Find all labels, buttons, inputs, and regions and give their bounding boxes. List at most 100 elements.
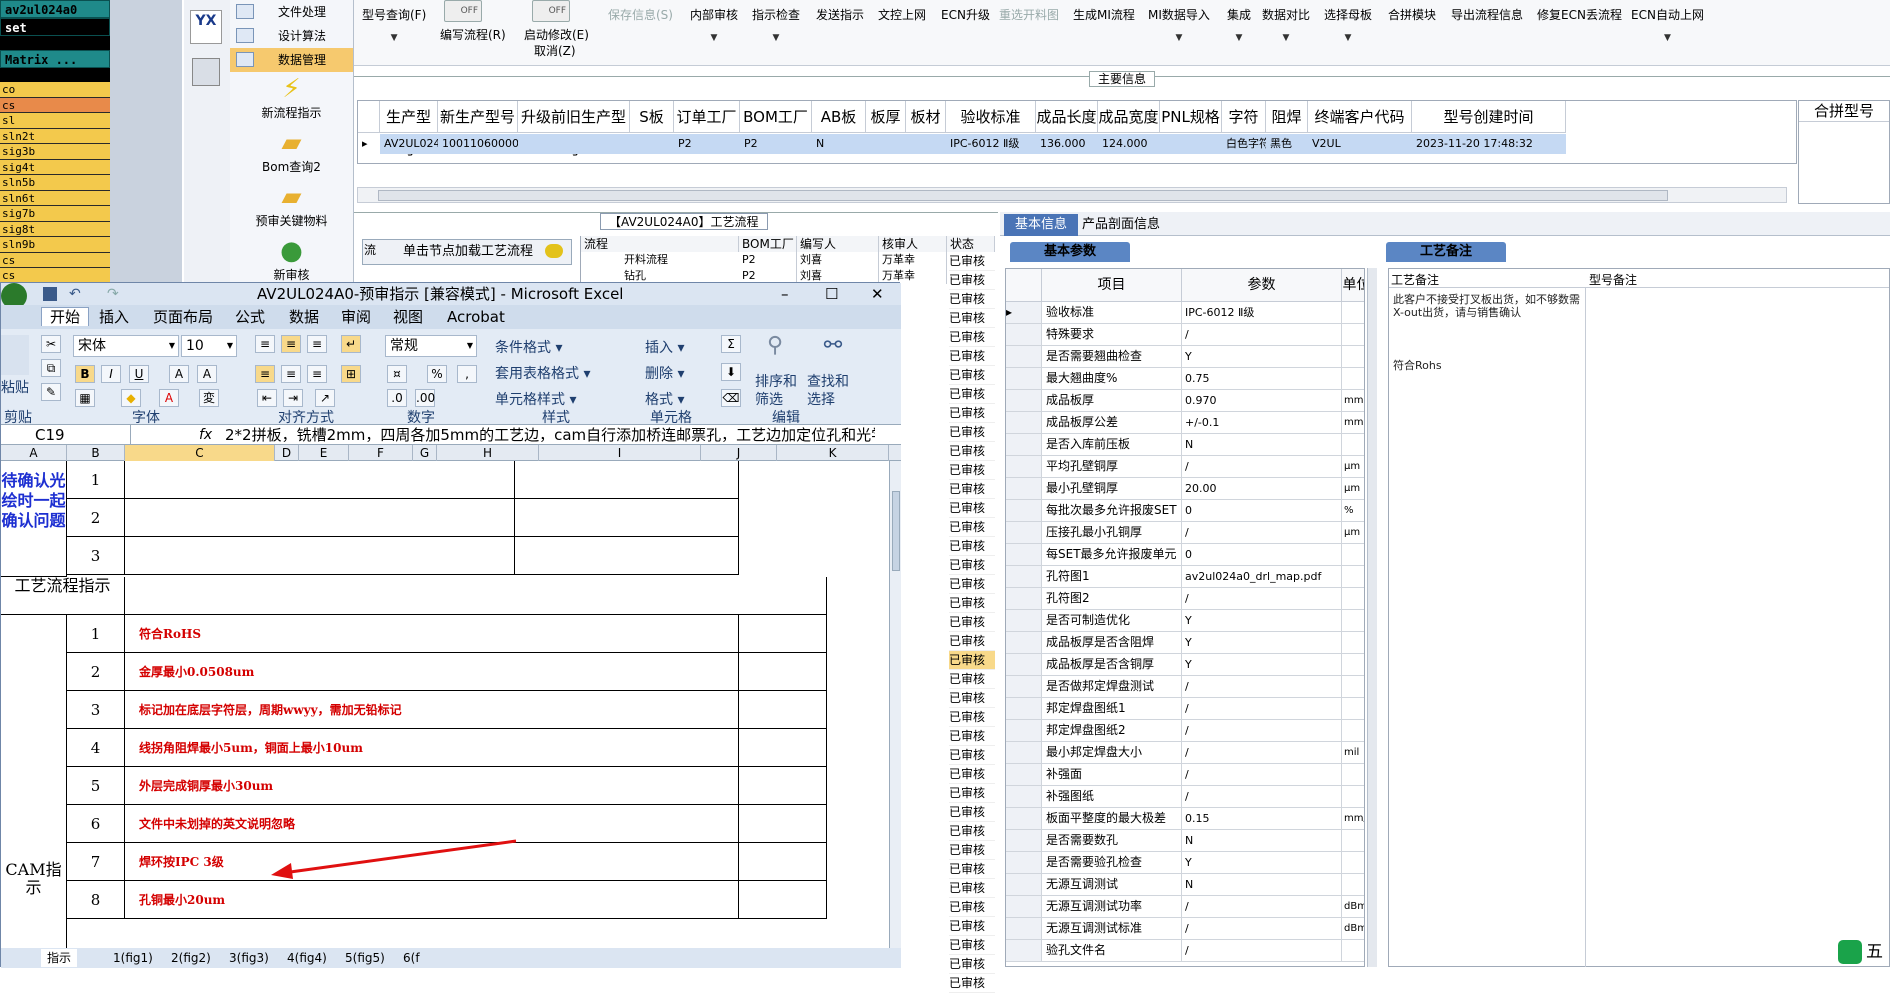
cam-extra[interactable] bbox=[739, 615, 827, 653]
params-col-header[interactable] bbox=[1006, 269, 1042, 302]
merge-button[interactable]: ⊞ bbox=[341, 365, 361, 383]
status-cell[interactable]: 已审核 bbox=[949, 803, 995, 822]
column-header[interactable]: G bbox=[413, 445, 437, 461]
param-value[interactable]: 0.75 bbox=[1182, 368, 1342, 389]
column-header[interactable]: K bbox=[777, 445, 889, 461]
row-marker[interactable] bbox=[1006, 874, 1042, 895]
row-marker[interactable]: ▸ bbox=[1006, 302, 1042, 323]
cam-extra[interactable] bbox=[739, 691, 827, 729]
param-row[interactable]: 成品板厚是否含阻焊 Y bbox=[1006, 632, 1364, 654]
gen-mi-flow-button[interactable]: 生成MI流程 bbox=[1073, 6, 1135, 23]
row-marker[interactable] bbox=[1006, 918, 1042, 939]
align-bottom-button[interactable]: ≡ bbox=[307, 335, 327, 353]
status-cell[interactable]: 已审核 bbox=[949, 594, 995, 613]
status-cell[interactable]: 已审核 bbox=[949, 841, 995, 860]
param-value[interactable]: 0 bbox=[1182, 500, 1342, 521]
model-query-button[interactable]: 型号查询(F) ▼ bbox=[362, 6, 426, 43]
param-value[interactable]: / bbox=[1182, 720, 1342, 741]
calculator-icon[interactable] bbox=[192, 58, 220, 86]
status-cell[interactable]: 已审核 bbox=[949, 974, 995, 993]
main-col-header[interactable]: 字符 bbox=[1222, 101, 1266, 133]
status-cell[interactable]: 已审核 bbox=[949, 556, 995, 575]
cancel-button[interactable]: 取消(Z) bbox=[534, 42, 576, 59]
row-marker[interactable] bbox=[1006, 764, 1042, 785]
tab-basic-info[interactable]: 基本信息 bbox=[1004, 214, 1078, 236]
param-row[interactable]: 平均孔壁铜厚 / μm bbox=[1006, 456, 1364, 478]
status-cell[interactable]: 已审核 bbox=[949, 917, 995, 936]
param-value[interactable]: av2ul024a0_drl_map.pdf bbox=[1182, 566, 1342, 587]
italic-button[interactable]: I bbox=[101, 365, 121, 383]
font-size-select[interactable]: 10 ▼ bbox=[181, 335, 237, 357]
param-row[interactable]: 每批次最多允许报废SET 0% bbox=[1006, 500, 1364, 522]
status-cell[interactable]: 已审核 bbox=[949, 727, 995, 746]
ribbon-tab[interactable]: 页面布局 bbox=[153, 308, 213, 326]
matrix-button[interactable]: Matrix ... bbox=[0, 50, 110, 68]
ecn-auto-online-button[interactable]: ECN自动上网 ▼ bbox=[1631, 6, 1704, 43]
main-col-header[interactable]: AB板 bbox=[812, 101, 866, 133]
main-col-header[interactable]: 验收标准 bbox=[946, 101, 1036, 133]
param-row[interactable]: 成品板厚 0.970 mm bbox=[1006, 390, 1364, 412]
align-left-button[interactable]: ≡ bbox=[255, 365, 275, 383]
row-marker[interactable] bbox=[1006, 808, 1042, 829]
main-cell[interactable] bbox=[630, 134, 674, 154]
cam-item[interactable]: 标记加在底层字符层，周期wwyy，需加无铅标记 bbox=[125, 691, 739, 729]
status-cell[interactable]: 已审核 bbox=[949, 252, 995, 271]
main-col-header[interactable]: 新生产型号 bbox=[438, 101, 518, 133]
main-col-header[interactable]: 成品宽度 bbox=[1098, 101, 1160, 133]
status-cell[interactable]: 已审核 bbox=[949, 765, 995, 784]
main-col-header[interactable]: 生产型号 bbox=[380, 101, 438, 158]
tree-col-header[interactable]: 流程 bbox=[581, 236, 739, 252]
row-marker[interactable] bbox=[1006, 786, 1042, 807]
status-cell[interactable]: 已审核 bbox=[949, 632, 995, 651]
orientation-button[interactable]: ↗ bbox=[315, 389, 335, 407]
cam-item[interactable]: 外层完成铜厚最小30um bbox=[125, 767, 739, 805]
find-select-button[interactable]: 查找和 选择 bbox=[807, 373, 849, 409]
ribbon-tab[interactable]: 审阅 bbox=[341, 308, 371, 326]
row-marker[interactable] bbox=[1006, 412, 1042, 433]
main-col-header[interactable]: 板厚 bbox=[866, 101, 906, 133]
ecn-upgrade-button[interactable]: ECN升级 bbox=[941, 6, 990, 23]
row-marker[interactable] bbox=[1006, 390, 1042, 411]
main-col-header[interactable]: 板材 bbox=[906, 101, 946, 133]
integrate-button[interactable]: 集成 ▼ bbox=[1227, 6, 1251, 43]
sort-filter-button[interactable]: 排序和 筛选 bbox=[755, 373, 797, 409]
param-row[interactable]: 是否入库前压板 N bbox=[1006, 434, 1364, 456]
cam-extra[interactable] bbox=[739, 653, 827, 691]
row-marker[interactable] bbox=[1006, 896, 1042, 917]
cell-style-button[interactable]: 单元格样式 ▾ bbox=[495, 389, 576, 409]
main-col-header[interactable]: 订单工厂 bbox=[674, 101, 740, 133]
main-cell[interactable] bbox=[518, 134, 630, 154]
preaudit-material-button[interactable]: ▰ 预审关键物料 bbox=[230, 180, 353, 234]
main-cell[interactable]: P2 bbox=[740, 134, 812, 154]
column-header[interactable]: E bbox=[299, 445, 349, 461]
status-cell[interactable]: 已审核 bbox=[949, 746, 995, 765]
param-value[interactable]: IPC-6012 Ⅱ级 bbox=[1182, 302, 1342, 323]
fill-color-button[interactable]: ◆ bbox=[121, 389, 141, 407]
main-cell[interactable]: P2 bbox=[674, 134, 740, 154]
merge-module-button[interactable]: 合拼模块 bbox=[1388, 6, 1436, 23]
flow-cell[interactable] bbox=[125, 577, 827, 615]
param-value[interactable]: 0.15 bbox=[1182, 808, 1342, 829]
column-header[interactable]: J bbox=[701, 445, 777, 461]
inc-decimal-button[interactable]: .0 bbox=[387, 389, 407, 407]
shrink-font-button[interactable]: A bbox=[197, 365, 217, 383]
confirm-cell[interactable] bbox=[515, 537, 739, 575]
cut-icon[interactable]: ✂ bbox=[41, 335, 61, 353]
layer-item[interactable]: sln5b bbox=[0, 175, 110, 191]
status-cell[interactable]: 已审核 bbox=[949, 499, 995, 518]
param-value[interactable]: Y bbox=[1182, 852, 1342, 873]
name-box[interactable]: C19 bbox=[1, 425, 131, 445]
status-cell[interactable]: 已审核 bbox=[949, 898, 995, 917]
main-cell[interactable]: 124.000 bbox=[1098, 134, 1160, 154]
row-marker[interactable] bbox=[1006, 566, 1042, 587]
row-marker[interactable] bbox=[1006, 478, 1042, 499]
sheet-tab[interactable]: 3(fig3) bbox=[223, 949, 275, 967]
redo-icon[interactable]: ↷ bbox=[107, 283, 119, 305]
param-row[interactable]: 压接孔最小孔铜厚 / μm bbox=[1006, 522, 1364, 544]
status-cell[interactable]: 已审核 bbox=[949, 784, 995, 803]
layer-item[interactable]: sln2t bbox=[0, 128, 110, 144]
main-cell[interactable]: 黑色 bbox=[1266, 134, 1308, 154]
tree-col-header[interactable]: 状态 bbox=[947, 236, 995, 252]
percent-button[interactable]: % bbox=[427, 365, 447, 383]
maximize-icon[interactable]: ☐ bbox=[825, 283, 838, 305]
